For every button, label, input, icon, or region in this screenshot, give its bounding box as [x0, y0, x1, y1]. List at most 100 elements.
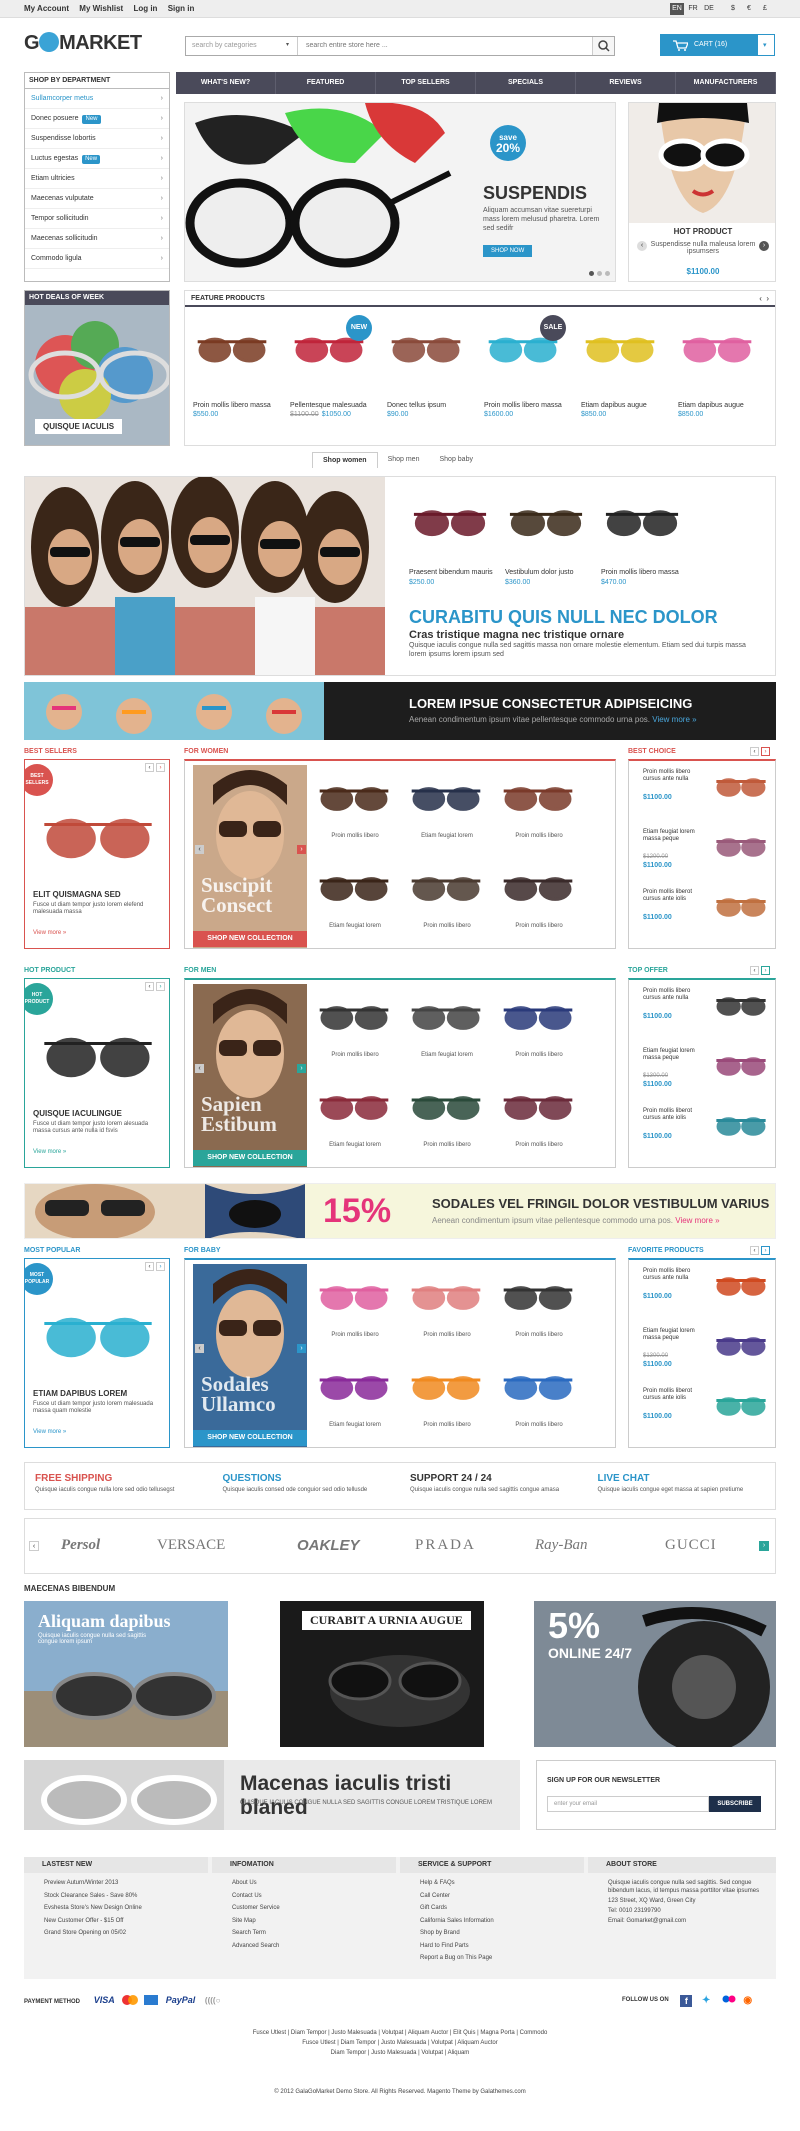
- side-product-image[interactable]: [713, 1270, 769, 1302]
- site-logo[interactable]: G MARKET: [24, 32, 142, 55]
- service-item[interactable]: SUPPORT 24 / 24 Quisque iaculis congue nu…: [400, 1463, 588, 1509]
- next-arrow-icon[interactable]: ›: [297, 845, 306, 854]
- grid-product-image[interactable]: [315, 1366, 393, 1408]
- dept-item[interactable]: Commodo ligula ›: [25, 249, 169, 269]
- side-product-image[interactable]: [713, 771, 769, 803]
- brand-logo[interactable]: Ray-Ban: [535, 1537, 587, 1554]
- pagination[interactable]: ‹ ›: [145, 763, 165, 772]
- product-name[interactable]: Etiam dapibus augue: [678, 401, 772, 410]
- login-link[interactable]: Log in: [133, 4, 157, 13]
- grid-product-name[interactable]: Proin mollis libero: [499, 923, 579, 929]
- product-name[interactable]: QUISQUE IACULINGUE: [33, 1109, 122, 1118]
- dept-item[interactable]: Sullamcorper metus ›: [25, 89, 169, 109]
- footer-link[interactable]: Hard to Find Parts: [400, 1940, 584, 1953]
- grid-product-name[interactable]: Proin mollis libero: [499, 1052, 579, 1058]
- nav-item[interactable]: WHAT'S NEW?: [176, 72, 276, 94]
- dept-item[interactable]: Tempor sollicitudin ›: [25, 209, 169, 229]
- feature-product[interactable]: Etiam dapibus augue $850.00: [581, 401, 675, 420]
- side-product-image[interactable]: [713, 990, 769, 1022]
- grid-product-image[interactable]: [315, 996, 393, 1038]
- pagination[interactable]: ‹ ›: [750, 747, 770, 756]
- view-more-link[interactable]: View more »: [33, 1429, 66, 1435]
- feature-product[interactable]: Pellentesque malesuada $1100.00 $1050.00: [290, 401, 384, 420]
- twitter-icon[interactable]: ✦: [702, 1995, 714, 2007]
- prev-arrow-icon[interactable]: ‹: [637, 241, 647, 251]
- footer-link[interactable]: Call Center: [400, 1890, 584, 1903]
- footer-link[interactable]: Search Term: [212, 1927, 396, 1940]
- pagination[interactable]: ‹ ›: [750, 966, 770, 975]
- product-name[interactable]: Proin mollis libero massa: [484, 401, 578, 410]
- footer-link[interactable]: New Customer Offer - $15 Off: [24, 1915, 208, 1928]
- side-product-image[interactable]: [713, 891, 769, 923]
- footer-links-row[interactable]: Fusce Utlest | Diam Tempor | Justo Males…: [0, 2028, 800, 2038]
- side-product-image[interactable]: [713, 1110, 769, 1142]
- grid-product-name[interactable]: Etiam feugiat lorem: [315, 1422, 395, 1428]
- currency-eur[interactable]: €: [742, 3, 756, 15]
- search-input[interactable]: [302, 37, 592, 55]
- product-name[interactable]: ETIAM DAPIBUS LOREM: [33, 1389, 127, 1398]
- feature-product[interactable]: Proin mollis libero massa $550.00: [193, 401, 287, 420]
- subscribe-button[interactable]: SUBSCRIBE: [709, 1796, 761, 1812]
- grid-product-image[interactable]: [499, 1366, 577, 1408]
- featured-product-box[interactable]: HOT PRODUCT ‹ › QUISQUE IACULINGUE Fusce ut …: [24, 978, 170, 1168]
- product-name[interactable]: Proin mollis libero cursus ante nulla: [643, 769, 707, 783]
- product-name[interactable]: Etiam dapibus augue: [581, 401, 675, 410]
- product-name[interactable]: Proin mollis liberot cursus ante iolis: [643, 1388, 707, 1402]
- product-name[interactable]: Proin mollis liberot cursus ante iolis: [643, 889, 707, 903]
- product-name[interactable]: Etiam feugiat lorem massa peque: [643, 1048, 707, 1062]
- footer-link[interactable]: Contact Us: [212, 1890, 396, 1903]
- grid-product-name[interactable]: Proin mollis libero: [315, 1052, 395, 1058]
- service-item[interactable]: LIVE CHAT Quisque iaculis congue eget mas…: [588, 1463, 776, 1509]
- pagination[interactable]: ‹ ›: [145, 1262, 165, 1271]
- my-wishlist-link[interactable]: My Wishlist: [79, 4, 123, 13]
- feature-product[interactable]: Etiam dapibus augue $850.00: [678, 401, 772, 420]
- grid-product-image[interactable]: [407, 996, 485, 1038]
- lang-de[interactable]: DE: [702, 3, 716, 15]
- brand-logo[interactable]: Persol: [61, 1537, 100, 1554]
- footer-link[interactable]: Gift Cards: [400, 1902, 584, 1915]
- feature-product-image[interactable]: [581, 327, 659, 371]
- shop-tab[interactable]: Shop women: [312, 452, 378, 468]
- shop-collection-button[interactable]: SHOP NEW COLLECTION: [193, 1430, 307, 1446]
- facebook-icon[interactable]: f: [680, 1995, 693, 2007]
- banner-product-image[interactable]: [409, 499, 491, 545]
- next-arrow-icon[interactable]: ›: [759, 241, 769, 251]
- footer-link[interactable]: Shop by Brand: [400, 1927, 584, 1940]
- dept-item[interactable]: Donec posuere New ›: [25, 109, 169, 129]
- grid-product-image[interactable]: [315, 867, 393, 909]
- signin-link[interactable]: Sign in: [168, 4, 195, 13]
- curabit-tile[interactable]: CURABIT A URNIA AUGUE: [280, 1601, 484, 1747]
- nav-item[interactable]: TOP SELLERS: [376, 72, 476, 94]
- shop-collection-button[interactable]: SHOP NEW COLLECTION: [193, 1150, 307, 1166]
- dept-item[interactable]: Maecenas sollicitudin ›: [25, 229, 169, 249]
- discount-promo[interactable]: 15% SODALES VEL FRINGIL DOLOR VESTIBULUM…: [24, 1183, 776, 1239]
- grid-product-name[interactable]: Proin mollis libero: [407, 1422, 487, 1428]
- hot-deals-box[interactable]: HOT DEALS OF WEEK QUISQUE IACULIS: [24, 290, 170, 446]
- next-arrow-icon[interactable]: ›: [759, 1541, 769, 1551]
- lang-fr[interactable]: FR: [686, 3, 700, 15]
- footer-links-row[interactable]: Fusce Utlest | Diam Tempor | Justo Males…: [0, 2038, 800, 2048]
- grid-product-name[interactable]: Proin mollis libero: [499, 1142, 579, 1148]
- collection-panel[interactable]: Sapien Estibum SHOP NEW COLLECTION: [193, 984, 307, 1167]
- product-name[interactable]: ELIT QUISMAGNA SED: [33, 890, 121, 899]
- cart-button[interactable]: CART (16) ▾: [660, 34, 775, 56]
- brand-logo[interactable]: GUCCI: [665, 1537, 717, 1554]
- product-name[interactable]: Proin mollis libero massa: [601, 569, 679, 576]
- grid-product-image[interactable]: [315, 1276, 393, 1318]
- grid-product-name[interactable]: Proin mollis libero: [407, 1142, 487, 1148]
- footer-link[interactable]: Customer Service: [212, 1902, 396, 1915]
- category-select[interactable]: search by categories: [186, 37, 298, 55]
- brand-logo[interactable]: VERSACE: [157, 1537, 225, 1554]
- grid-product-image[interactable]: [499, 777, 577, 819]
- next-arrow-icon[interactable]: ›: [297, 1064, 306, 1073]
- feature-product-image[interactable]: [387, 327, 465, 371]
- grid-product-name[interactable]: Proin mollis libero: [499, 1332, 579, 1338]
- footer-link[interactable]: Advanced Search: [212, 1940, 396, 1953]
- grid-product-image[interactable]: [407, 867, 485, 909]
- prev-arrow-icon[interactable]: ‹: [195, 1064, 204, 1073]
- grid-product-name[interactable]: Proin mollis libero: [315, 833, 395, 839]
- footer-link[interactable]: Site Map: [212, 1915, 396, 1928]
- grid-product-name[interactable]: Proin mollis libero: [315, 1332, 395, 1338]
- footer-link[interactable]: About Us: [212, 1877, 396, 1890]
- banner-product-image[interactable]: [505, 499, 587, 545]
